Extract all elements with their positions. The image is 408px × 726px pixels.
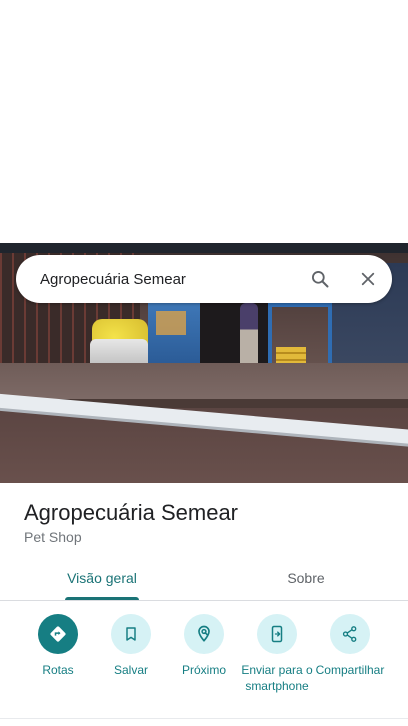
- nearby-label: Próximo: [181, 663, 226, 677]
- send-to-phone-icon: [257, 614, 297, 654]
- directions-button[interactable]: Rotas: [18, 614, 98, 678]
- search-bar[interactable]: Agropecuária Semear: [16, 255, 392, 303]
- map-blank-area: [0, 0, 408, 243]
- place-category[interactable]: Pet Shop: [24, 529, 82, 545]
- directions-icon: [38, 614, 78, 654]
- directions-label: Rotas: [42, 663, 74, 677]
- save-button[interactable]: Salvar: [91, 614, 171, 678]
- nearby-icon: [184, 614, 224, 654]
- search-query[interactable]: Agropecuária Semear: [40, 271, 296, 288]
- tab-bar: Visão geral Sobre: [0, 556, 408, 601]
- nearby-button[interactable]: Próximo: [164, 614, 244, 678]
- tab-about[interactable]: Sobre: [204, 556, 408, 600]
- close-icon[interactable]: [344, 255, 392, 303]
- bookmark-icon: [111, 614, 151, 654]
- place-title: Agropecuária Semear: [24, 500, 239, 525]
- send-to-phone-button[interactable]: Enviar para o smartphone: [237, 614, 317, 694]
- save-label: Salvar: [113, 663, 148, 677]
- search-icon[interactable]: [296, 255, 344, 303]
- share-icon: [330, 614, 370, 654]
- divider: [0, 718, 408, 719]
- send-to-phone-label: Enviar para o smartphone: [241, 663, 313, 693]
- tab-overview[interactable]: Visão geral: [0, 556, 204, 600]
- share-button[interactable]: Compartilhar: [310, 614, 390, 678]
- share-label: Compartilhar: [315, 663, 385, 677]
- action-row: Rotas Salvar Próximo Enviar para o smart…: [0, 614, 408, 714]
